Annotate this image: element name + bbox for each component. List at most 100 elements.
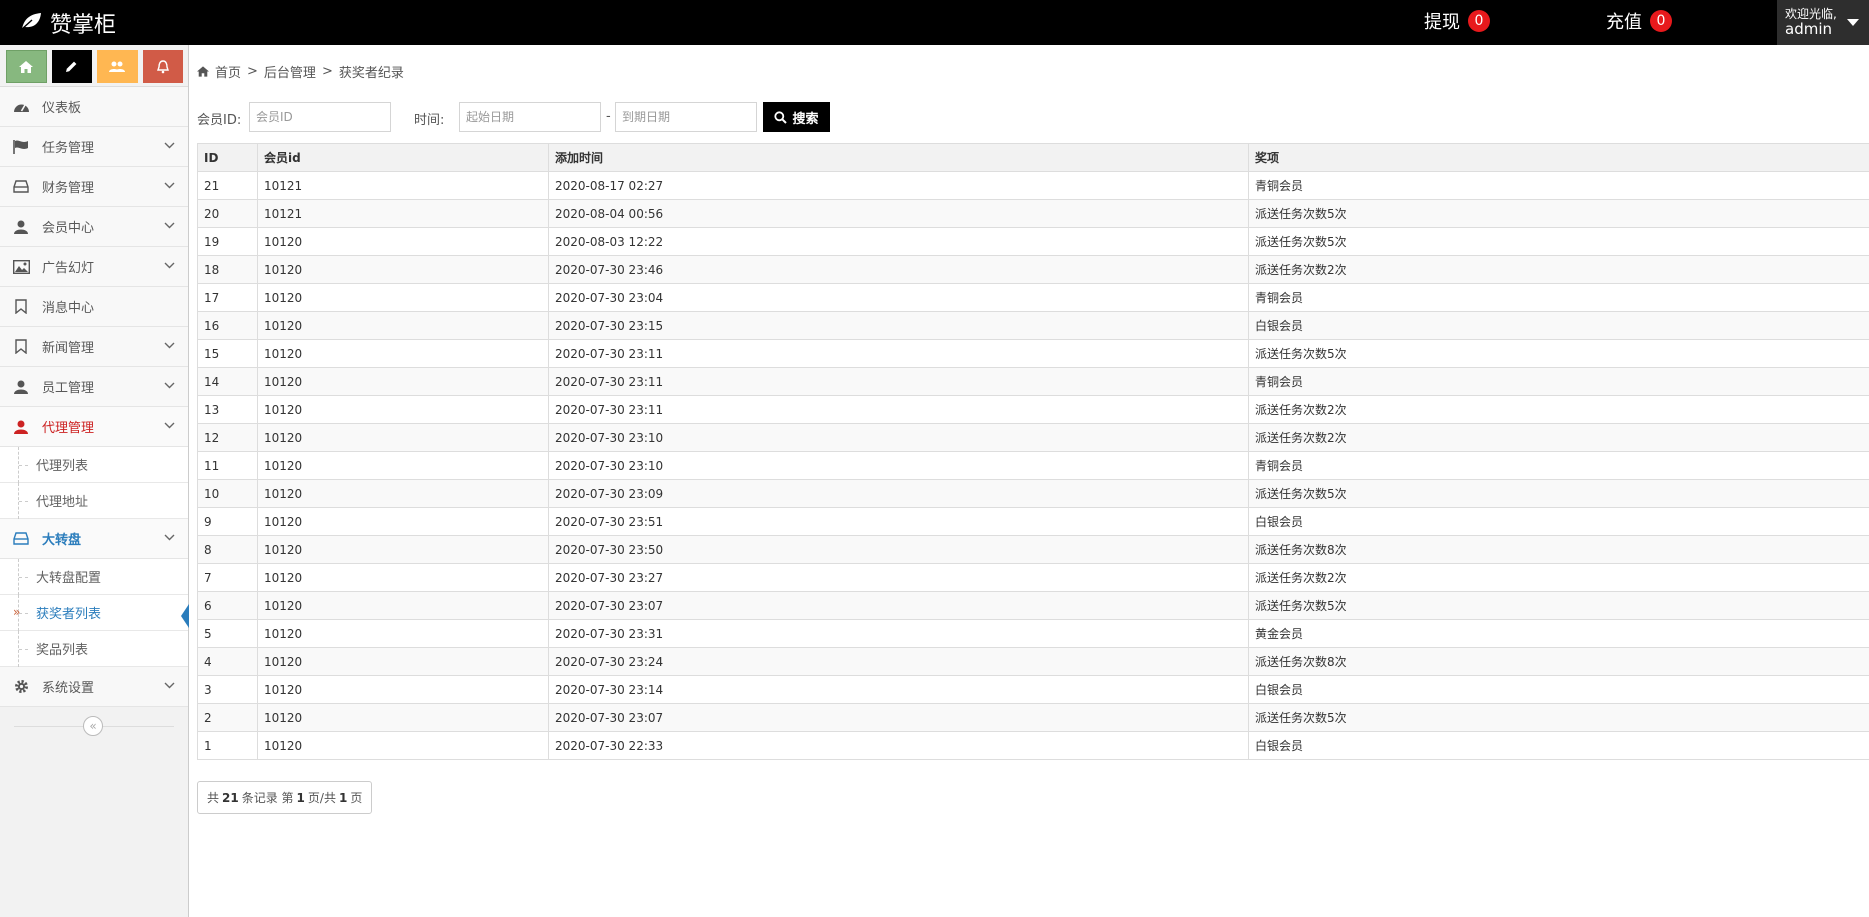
cell-id: 17 — [197, 283, 258, 312]
flag-icon — [12, 138, 30, 156]
cell-id: 14 — [197, 367, 258, 396]
cell-id: 19 — [197, 227, 258, 256]
cell-member-id: 10120 — [257, 227, 549, 256]
cell-id: 10 — [197, 479, 258, 508]
chevron-down-icon — [164, 342, 175, 349]
bell-icon — [156, 59, 169, 73]
sidebar-item-label: 系统设置 — [42, 681, 95, 696]
start-date-input[interactable] — [459, 102, 601, 132]
column-header-id[interactable]: ID — [197, 143, 258, 172]
cell-added-time: 2020-07-30 23:10 — [548, 423, 1249, 452]
cell-member-id: 10121 — [257, 171, 549, 200]
user-icon — [12, 378, 30, 396]
cell-member-id: 10120 — [257, 255, 549, 284]
shortcut-users-button[interactable] — [97, 50, 138, 83]
sidebar-item-members[interactable]: 会员中心 — [0, 207, 188, 247]
table-body: 21 10121 2020-08-17 02:27 青铜会员 20 10121 2020-0… — [197, 171, 1869, 760]
sidebar-item-staff[interactable]: 员工管理 — [0, 367, 188, 407]
cell-prize: 派送任务次数8次 — [1248, 647, 1869, 676]
user-menu[interactable]: 欢迎光临, admin — [1777, 0, 1869, 45]
cell-id: 3 — [197, 675, 258, 704]
users-icon — [109, 61, 126, 72]
cell-id: 12 — [197, 423, 258, 452]
recharge-link[interactable]: 充值 0 — [1606, 8, 1672, 34]
cell-id: 8 — [197, 535, 258, 564]
cell-id: 4 — [197, 647, 258, 676]
sidebar-item-label: 仪表板 — [42, 101, 82, 116]
sidebar-item-dashboard[interactable]: 仪表板 — [0, 87, 188, 127]
gear-icon — [12, 678, 30, 696]
cell-added-time: 2020-07-30 23:14 — [548, 675, 1249, 704]
search-icon — [774, 110, 788, 124]
cell-member-id: 10120 — [257, 675, 549, 704]
member-id-input[interactable] — [249, 102, 391, 132]
user-icon — [12, 418, 30, 436]
cell-id: 2 — [197, 703, 258, 732]
withdraw-link[interactable]: 提现 0 — [1424, 8, 1490, 34]
sidebar-item-messages[interactable]: 消息中心 — [0, 287, 188, 327]
cell-added-time: 2020-07-30 22:33 — [548, 731, 1249, 760]
cell-added-time: 2020-07-30 23:10 — [548, 451, 1249, 480]
sidebar-item-settings[interactable]: 系统设置 — [0, 667, 188, 707]
search-button[interactable]: 搜索 — [763, 102, 830, 132]
column-header-prize[interactable]: 奖项 — [1248, 143, 1869, 172]
breadcrumb-admin-link[interactable]: 后台管理 — [264, 62, 316, 81]
submenu-agents: 代理列表 代理地址 — [0, 447, 188, 519]
cell-id: 15 — [197, 339, 258, 368]
main-content: 首页 > 后台管理 > 获奖者纪录 会员ID: 时间: - 搜索 ID 会员id… — [190, 45, 1869, 917]
pager-text: 页 — [350, 791, 363, 805]
cell-id: 1 — [197, 731, 258, 760]
chevron-down-icon — [164, 262, 175, 269]
sidebar-subitem-wheel-config[interactable]: 大转盘配置 — [0, 559, 188, 595]
shortcut-edit-button[interactable] — [51, 50, 93, 83]
cell-prize: 白银会员 — [1248, 311, 1869, 340]
brand[interactable]: 赞掌柜 — [20, 8, 116, 38]
table-row: 5 10120 2020-07-30 23:31 黄金会员 — [197, 619, 1869, 648]
cell-added-time: 2020-07-30 23:07 — [548, 703, 1249, 732]
pager-text: 页/共 — [307, 791, 336, 805]
table-row: 11 10120 2020-07-30 23:10 青铜会员 — [197, 451, 1869, 480]
table-row: 18 10120 2020-07-30 23:46 派送任务次数2次 — [197, 255, 1869, 284]
cell-prize: 派送任务次数2次 — [1248, 395, 1869, 424]
breadcrumb-home-link[interactable]: 首页 — [215, 62, 241, 81]
sidebar-subitem-agent-address[interactable]: 代理地址 — [0, 483, 188, 519]
table-row: 14 10120 2020-07-30 23:11 青铜会员 — [197, 367, 1869, 396]
table-row: 3 10120 2020-07-30 23:14 白银会员 — [197, 675, 1869, 704]
cell-prize: 黄金会员 — [1248, 619, 1869, 648]
shortcut-home-button[interactable] — [6, 50, 47, 83]
sidebar-item-tasks[interactable]: 任务管理 — [0, 127, 188, 167]
shortcut-notify-button[interactable] — [142, 50, 184, 83]
sidebar-collapse-button[interactable]: « — [83, 716, 103, 736]
table-row: 4 10120 2020-07-30 23:24 派送任务次数8次 — [197, 647, 1869, 676]
column-header-added-time[interactable]: 添加时间 — [548, 143, 1249, 172]
sidebar: 仪表板 任务管理 财务管理 会员中心 广告幻灯 消息中心 新闻管理 员工管理 代… — [0, 45, 189, 917]
cell-added-time: 2020-07-30 23:24 — [548, 647, 1249, 676]
sidebar-subitem-agent-list[interactable]: 代理列表 — [0, 447, 188, 483]
cell-id: 16 — [197, 311, 258, 340]
cell-added-time: 2020-07-30 23:31 — [548, 619, 1249, 648]
sidebar-subitem-label: 代理地址 — [36, 495, 89, 510]
cell-member-id: 10120 — [257, 731, 549, 760]
sidebar-subitem-label: 大转盘配置 — [36, 571, 102, 586]
sidebar-item-finance[interactable]: 财务管理 — [0, 167, 188, 207]
cell-member-id: 10120 — [257, 423, 549, 452]
sidebar-subitem-label: 奖品列表 — [36, 643, 89, 658]
submenu-wheel: 大转盘配置 » 获奖者列表 奖品列表 — [0, 559, 189, 667]
cell-member-id: 10120 — [257, 703, 549, 732]
sidebar-item-ads[interactable]: 广告幻灯 — [0, 247, 188, 287]
cell-member-id: 10120 — [257, 339, 549, 368]
cell-member-id: 10120 — [257, 395, 549, 424]
column-header-member-id[interactable]: 会员id — [257, 143, 549, 172]
sidebar-subitem-winner-list[interactable]: » 获奖者列表 — [0, 595, 189, 631]
sidebar-item-news[interactable]: 新闻管理 — [0, 327, 188, 367]
table-row: 1 10120 2020-07-30 22:33 白银会员 — [197, 731, 1869, 760]
table-row: 13 10120 2020-07-30 23:11 派送任务次数2次 — [197, 395, 1869, 424]
picture-icon — [12, 258, 30, 276]
sidebar-item-agents[interactable]: 代理管理 — [0, 407, 188, 447]
withdraw-count-badge: 0 — [1468, 10, 1490, 32]
sidebar-item-wheel[interactable]: 大转盘 — [0, 519, 188, 559]
double-chevron-right-icon: » — [13, 605, 21, 619]
sidebar-item-label: 财务管理 — [42, 181, 95, 196]
sidebar-subitem-prize-list[interactable]: 奖品列表 — [0, 631, 188, 667]
end-date-input[interactable] — [615, 102, 757, 132]
